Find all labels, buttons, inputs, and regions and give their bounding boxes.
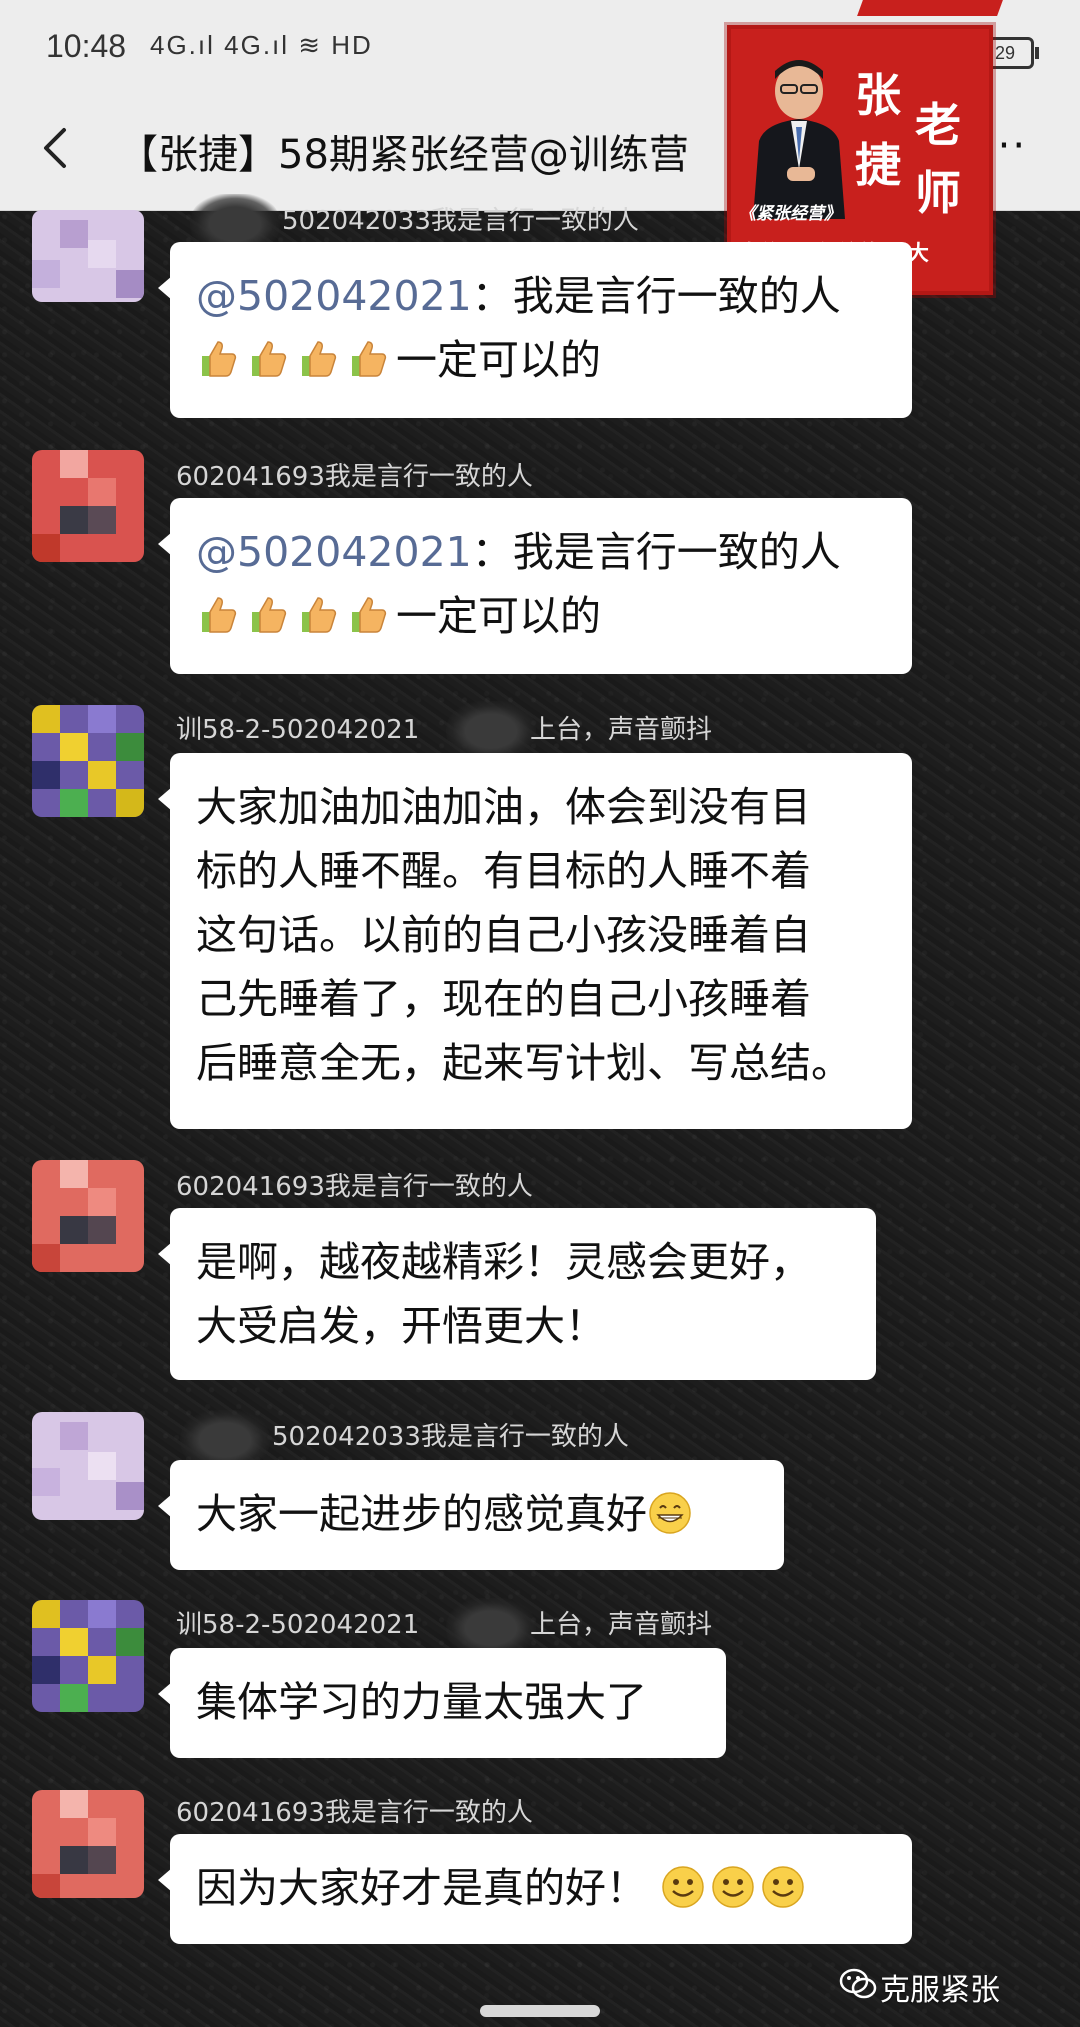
sender-name-suffix: 上台，声音颤抖 xyxy=(530,715,713,745)
message-bubble[interactable]: @502042021：我是言行一致的人 一定可以的 xyxy=(158,242,912,418)
wechat-icon xyxy=(839,1968,877,1999)
sender-name: 502042033我是言行一致的人 xyxy=(272,1422,629,1452)
message-bubble[interactable]: 因为大家好才是真的好！ xyxy=(158,1834,912,1944)
watermark-text: 克服紧张 xyxy=(880,1973,1000,2008)
avatar[interactable] xyxy=(32,450,144,562)
banner-brush-stroke xyxy=(857,0,1003,16)
message-text: 因为大家好才是真的好！ xyxy=(196,1864,647,1912)
thumbs-up-icon xyxy=(252,341,287,377)
banner-char-zhang: 张 xyxy=(855,68,901,122)
sender-name-suffix: 上台，声音颤抖 xyxy=(530,1610,713,1640)
banner-char-lao: 老 xyxy=(915,98,961,152)
thumbs-up-icon xyxy=(252,597,287,633)
back-button[interactable] xyxy=(28,118,88,178)
avatar[interactable] xyxy=(32,1600,144,1712)
avatar[interactable] xyxy=(32,1790,144,1898)
thumbs-up-icon xyxy=(302,341,337,377)
sender-name: 602041693我是言行一致的人 xyxy=(176,1172,533,1202)
message-text-line: 大受启发，开悟更大！ xyxy=(196,1302,606,1350)
chevron-left-icon xyxy=(44,128,66,168)
sender-name: 训58-2-502042021 xyxy=(176,1610,420,1640)
avatar[interactable] xyxy=(32,1160,144,1272)
blurred-name xyxy=(446,701,536,761)
sender-name: 602041693我是言行一致的人 xyxy=(176,1798,533,1828)
message-text-line: 是啊，越夜越精彩！灵感会更好， xyxy=(196,1238,811,1286)
banner-char-jie: 捷 xyxy=(855,138,901,192)
avatar[interactable] xyxy=(32,705,144,817)
thumbs-up-icon xyxy=(352,597,387,633)
message-bubble[interactable]: 大家一起进步的感觉真好 xyxy=(158,1460,784,1570)
sender-name: 602041693我是言行一致的人 xyxy=(176,462,533,492)
message-text: ：我是言行一致的人 xyxy=(471,272,841,320)
message-text-line: 己先睡着了，现在的自己小孩睡着 xyxy=(196,975,811,1023)
avatar[interactable] xyxy=(32,1412,144,1520)
smile-emoji-icon xyxy=(712,1866,754,1908)
message-text: ：我是言行一致的人 xyxy=(471,528,841,576)
thumbs-up-icon xyxy=(302,597,337,633)
smile-emoji-icon xyxy=(662,1866,704,1908)
teacher-photo xyxy=(753,60,845,219)
smile-emoji-icon xyxy=(762,1866,804,1908)
message-text-line: 标的人睡不醒。有目标的人睡不着 xyxy=(196,847,811,895)
message-bubble[interactable]: 是啊，越夜越精彩！灵感会更好， 大受启发，开悟更大！ xyxy=(158,1208,876,1380)
thumbs-up-icon xyxy=(202,341,237,377)
status-time: 10:48 xyxy=(46,28,127,64)
message-text-line: 这句话。以前的自己小孩没睡着自 xyxy=(196,911,811,959)
message-text-line: 后睡意全无，起来写计划、写总结。 xyxy=(196,1039,852,1087)
home-indicator[interactable] xyxy=(480,2005,600,2017)
message-bubble[interactable]: 集体学习的力量太强大了 xyxy=(158,1648,726,1758)
message-text: 集体学习的力量太强大了 xyxy=(196,1678,647,1726)
message-text-line: 大家加油加油加油，体会到没有目 xyxy=(196,783,811,831)
grin-emoji-icon xyxy=(649,1492,691,1534)
message-text: 大家一起进步的感觉真好 xyxy=(196,1490,647,1538)
mention-link[interactable]: @502042021 xyxy=(196,528,472,576)
message-bubble[interactable]: @502042021：我是言行一致的人 一定可以的 xyxy=(158,498,912,674)
thumbs-up-icon xyxy=(202,597,237,633)
thumbs-up-icon xyxy=(352,341,387,377)
message-text: 一定可以的 xyxy=(396,592,601,640)
avatar[interactable] xyxy=(32,210,144,302)
message-bubble[interactable]: 大家加油加油加油，体会到没有目 标的人睡不醒。有目标的人睡不着 这句话。以前的自… xyxy=(158,753,912,1129)
sender-name: 502042033我是言行一致的人 xyxy=(282,206,639,236)
banner-subtitle: 《紧张经营》 xyxy=(739,204,841,224)
message-text: 一定可以的 xyxy=(396,336,601,384)
sender-name: 训58-2-502042021 xyxy=(176,715,420,745)
signal-wifi-icons: 4G.ıl 4G.ıl ≋ HD xyxy=(150,30,373,60)
mention-link[interactable]: @502042021 xyxy=(196,272,472,320)
